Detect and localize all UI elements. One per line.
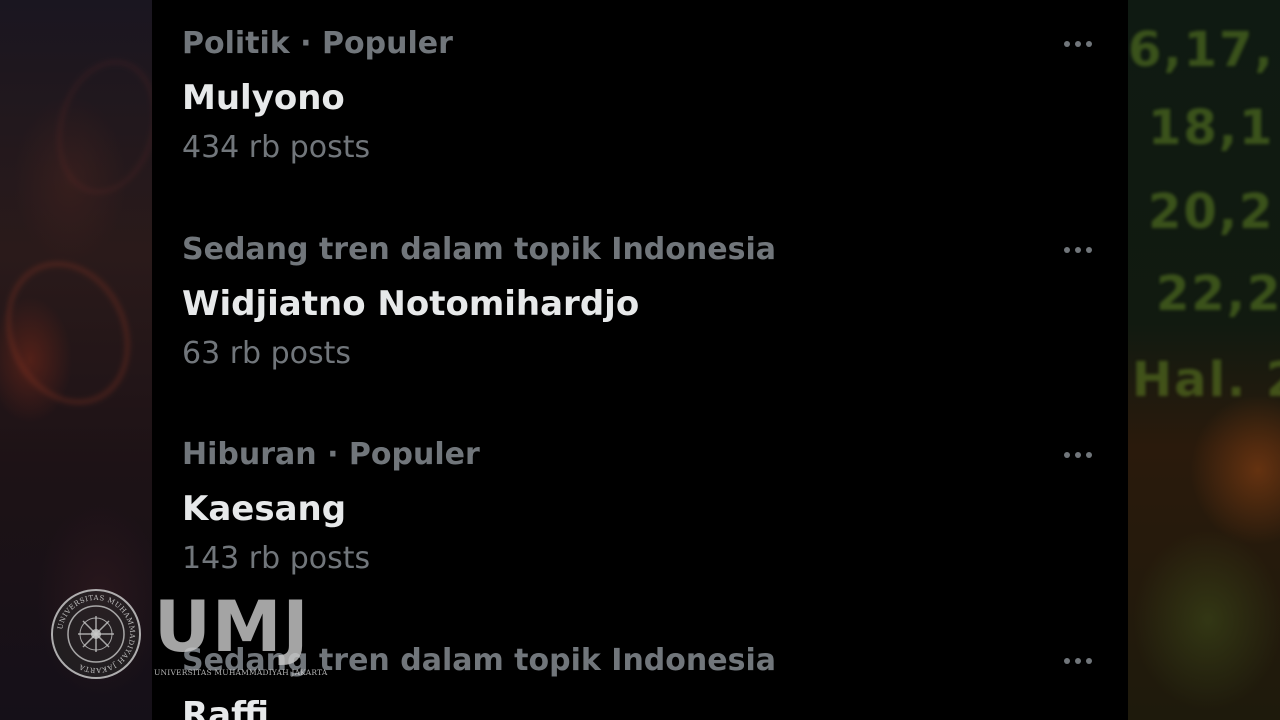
- trend-context: Politik · Populer: [182, 26, 453, 61]
- umj-watermark-logo: UNIVERSITAS MUHAMMADIYAH JAKARTA UMJ UNI…: [50, 588, 350, 684]
- trend-title: Raffi: [182, 695, 270, 720]
- trend-item[interactable]: Sedang tren dalam topik Indonesia Widjia…: [182, 232, 1102, 392]
- trend-title: Kaesang: [182, 489, 347, 529]
- background-number: 18,1: [1148, 100, 1275, 156]
- trend-item[interactable]: Politik · Populer Mulyono 434 rb posts: [182, 26, 1102, 186]
- background-map-shape: [0, 242, 152, 424]
- background-number: 6,17,: [1128, 22, 1275, 78]
- more-horizontal-icon[interactable]: [1058, 643, 1098, 679]
- umj-wordmark: UMJ: [154, 586, 310, 668]
- trend-context: Sedang tren dalam topik Indonesia: [182, 232, 776, 267]
- trend-post-count: 434 rb posts: [182, 130, 371, 165]
- umj-seal-icon: UNIVERSITAS MUHAMMADIYAH JAKARTA: [51, 589, 141, 679]
- trend-title: Widjiatno Notomihardjo: [182, 284, 640, 324]
- trend-context: Hiburan · Populer: [182, 437, 480, 472]
- trend-title: Mulyono: [182, 78, 345, 118]
- umj-subline: UNIVERSITAS MUHAMMADIYAH JAKARTA: [154, 668, 328, 677]
- background-number: 22,2: [1156, 266, 1280, 322]
- trend-post-count: 63 rb posts: [182, 336, 352, 371]
- more-horizontal-icon[interactable]: [1058, 232, 1098, 268]
- more-horizontal-icon[interactable]: [1058, 437, 1098, 473]
- trend-item[interactable]: Hiburan · Populer Kaesang 143 rb posts: [182, 437, 1102, 597]
- background-number: Hal. 2: [1132, 352, 1280, 408]
- background-number: 20,2: [1148, 184, 1275, 240]
- background-right-blur: 6,17, 18,1 20,2 22,2 Hal. 2: [1128, 0, 1280, 720]
- background-map-shape: [44, 50, 152, 204]
- more-horizontal-icon[interactable]: [1058, 26, 1098, 62]
- trend-post-count: 143 rb posts: [182, 541, 371, 576]
